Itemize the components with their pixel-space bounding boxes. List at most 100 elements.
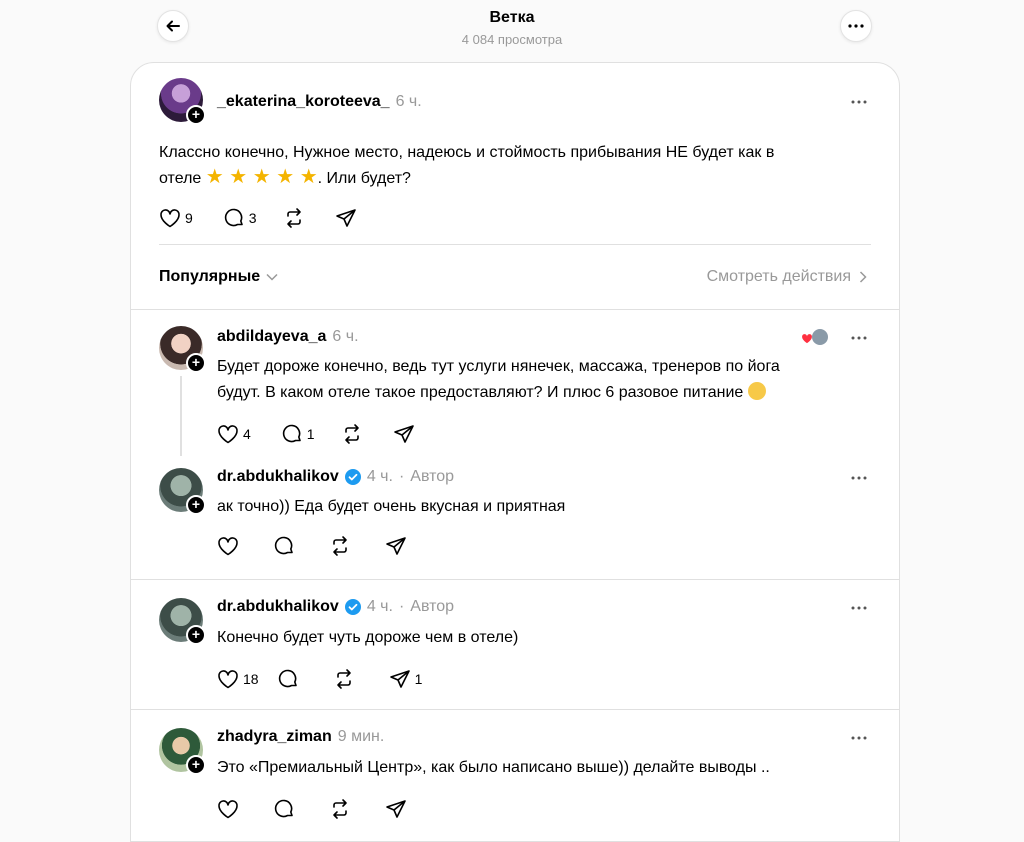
repost-icon xyxy=(333,536,347,556)
post-text-suffix: . Или будет? xyxy=(317,170,411,187)
post-actions xyxy=(217,798,427,820)
post-text-line: будут. В каком отеле такое предоставляют… xyxy=(217,380,877,406)
post-text: Это «Премиальный Центр», как было написа… xyxy=(217,755,877,781)
sort-dropdown[interactable]: Популярные xyxy=(159,268,278,286)
post-text: Конечно будет чуть дороже чем в отеле) xyxy=(217,625,877,651)
like-button[interactable] xyxy=(217,799,243,819)
more-icon xyxy=(848,24,864,28)
comment-icon xyxy=(274,799,293,818)
post-text-segment: будут. В каком отеле такое предоставляют… xyxy=(217,384,744,401)
separator: · xyxy=(398,468,405,485)
post-header: _ekaterina_koroteeva_ 6 ч. xyxy=(217,93,422,111)
follow-plus-icon[interactable]: + xyxy=(186,495,206,515)
like-button[interactable] xyxy=(217,536,243,556)
comment-button[interactable] xyxy=(273,798,299,820)
like-count: 18 xyxy=(243,671,259,687)
comment-button[interactable]: 3 xyxy=(223,207,257,229)
more-icon[interactable] xyxy=(849,473,869,483)
post-header: dr.abdukhalikov 4 ч. · Автор xyxy=(217,468,454,486)
post-text: ак точно)) Еда будет очень вкусная и при… xyxy=(217,494,877,520)
more-icon[interactable] xyxy=(849,333,869,343)
comment-button[interactable] xyxy=(277,668,303,690)
timestamp: 9 мин. xyxy=(337,728,385,745)
follow-plus-icon[interactable]: + xyxy=(186,755,206,775)
liked-by-avatars[interactable] xyxy=(801,328,829,348)
post-text-line: Будет дороже конечно, ведь тут услуги ня… xyxy=(217,358,780,375)
post-actions: 18 1 xyxy=(217,668,438,690)
more-icon[interactable] xyxy=(849,733,869,743)
comment-icon xyxy=(274,536,293,555)
chevron-down-icon xyxy=(266,273,278,281)
share-button[interactable]: 1 xyxy=(389,668,422,690)
post-text: Классно конечно, Нужное место, надеюсь и… xyxy=(159,140,874,192)
view-activity-link[interactable]: Смотреть действия xyxy=(707,268,867,286)
view-activity-label: Смотреть действия xyxy=(706,268,851,285)
timestamp: 4 ч. xyxy=(366,468,393,485)
timestamp: 4 ч. xyxy=(366,598,393,615)
share-icon xyxy=(386,537,406,555)
post-header: zhadyra_ziman 9 мин. xyxy=(217,728,384,746)
post-header: abdildayeva_a 6 ч. xyxy=(217,328,359,346)
more-icon[interactable] xyxy=(849,603,869,613)
comment-count: 3 xyxy=(248,210,257,226)
like-button[interactable]: 9 xyxy=(159,208,193,228)
repost-icon xyxy=(286,208,301,228)
username[interactable]: dr.abdukhalikov xyxy=(217,468,339,486)
share-button[interactable] xyxy=(393,423,419,445)
avatar xyxy=(811,328,829,346)
repost-button[interactable] xyxy=(333,668,359,690)
username[interactable]: abdildayeva_a xyxy=(217,328,326,346)
post-text-line: Классно конечно, Нужное место, надеюсь и… xyxy=(159,144,775,161)
emoji-icon xyxy=(747,382,766,400)
thread-line xyxy=(180,376,182,456)
share-button[interactable] xyxy=(385,535,411,557)
reply-post: + zhadyra_ziman 9 мин. Это «Премиальный … xyxy=(131,710,901,830)
share-icon xyxy=(386,800,406,818)
share-icon xyxy=(335,209,356,227)
timestamp: 6 ч. xyxy=(332,328,359,345)
comment-icon xyxy=(282,424,301,443)
repost-button[interactable] xyxy=(283,207,309,229)
username[interactable]: zhadyra_ziman xyxy=(217,728,332,746)
post-text-line: Конечно будет чуть дороже чем в отеле) xyxy=(217,629,519,646)
comment-icon xyxy=(278,669,297,688)
like-button[interactable]: 4 xyxy=(217,424,251,444)
divider xyxy=(159,244,871,245)
post-header: dr.abdukhalikov 4 ч. · Автор xyxy=(217,598,454,616)
chevron-right-icon xyxy=(859,271,867,283)
sort-label: Популярные xyxy=(159,268,261,285)
repost-button[interactable] xyxy=(329,798,355,820)
post-actions xyxy=(217,535,427,557)
follow-plus-icon[interactable]: + xyxy=(186,105,206,125)
reply-post: + abdildayeva_a 6 ч. Будет дороже конечн… xyxy=(131,310,901,458)
more-icon[interactable] xyxy=(849,97,869,107)
repost-button[interactable] xyxy=(329,535,355,557)
share-icon xyxy=(389,670,410,688)
reply-post: + dr.abdukhalikov 4 ч. · Автор Конечно б… xyxy=(131,580,901,710)
comment-button[interactable]: 1 xyxy=(281,423,315,445)
verified-icon xyxy=(344,599,361,615)
heart-icon xyxy=(218,537,238,556)
follow-plus-icon[interactable]: + xyxy=(186,625,206,645)
thread-more-button[interactable] xyxy=(840,10,872,42)
username[interactable]: dr.abdukhalikov xyxy=(217,598,339,616)
thread-card: + _ekaterina_koroteeva_ 6 ч. Классно кон… xyxy=(130,62,900,842)
author-label: Автор xyxy=(410,598,455,615)
view-count: 4 084 просмотра xyxy=(461,32,563,47)
like-count: 4 xyxy=(243,426,251,442)
post-text-line: ак точно)) Еда будет очень вкусная и при… xyxy=(217,498,566,515)
heart-icon xyxy=(218,800,238,819)
comment-icon xyxy=(224,208,243,227)
share-icon xyxy=(393,425,414,443)
heart-icon xyxy=(218,425,238,444)
follow-plus-icon[interactable]: + xyxy=(186,353,206,373)
like-button[interactable]: 18 xyxy=(217,669,259,689)
comment-button[interactable] xyxy=(273,535,299,557)
username[interactable]: _ekaterina_koroteeva_ xyxy=(217,93,390,111)
repost-button[interactable] xyxy=(341,423,367,445)
share-button[interactable] xyxy=(335,207,361,229)
post-text-prefix: отеле xyxy=(159,170,202,187)
repost-icon xyxy=(344,424,359,444)
share-button[interactable] xyxy=(385,798,411,820)
post-actions: 9 3 xyxy=(159,207,377,229)
